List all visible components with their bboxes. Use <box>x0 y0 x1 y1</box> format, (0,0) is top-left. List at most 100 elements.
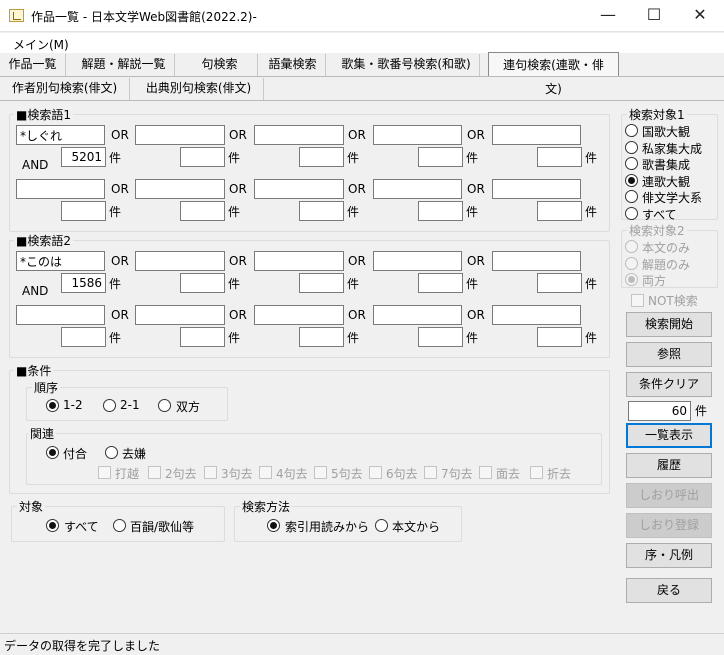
search-term-input[interactable] <box>254 179 344 199</box>
search-term-input[interactable] <box>373 305 462 325</box>
count-unit-label: 件 <box>109 205 122 219</box>
search-term-input[interactable] <box>492 125 581 145</box>
relation-option-checkbox <box>204 466 217 479</box>
search-term-input[interactable] <box>135 125 225 145</box>
hit-count-field <box>299 201 344 221</box>
hit-count-field <box>61 147 106 167</box>
maximize-icon[interactable]: ☐ <box>631 0 677 32</box>
relation-option-checkbox <box>369 466 382 479</box>
search-term-input[interactable] <box>135 251 225 271</box>
relation-option-checkbox <box>314 466 327 479</box>
minimize-icon[interactable]: — <box>585 0 631 32</box>
order-both-radio[interactable] <box>158 399 171 412</box>
search-term-input[interactable] <box>254 251 344 271</box>
scope-1-label: 検索対象1 <box>627 106 687 123</box>
tab-renku-search[interactable]: 連句検索(連歌・俳文) <box>488 52 619 96</box>
count-unit-label: 件 <box>466 205 479 219</box>
or-operator-label: OR <box>111 254 129 268</box>
tab-author-search[interactable]: 作者別句検索(俳文) <box>0 78 130 100</box>
search-term-input[interactable] <box>254 305 344 325</box>
scope-1-option-label: 国歌大観 <box>642 125 691 139</box>
and-operator-label: AND <box>22 284 49 298</box>
preface-button[interactable]: 序・凡例 <box>626 543 712 568</box>
count-unit-label: 件 <box>347 277 360 291</box>
hit-count-field <box>418 327 463 347</box>
relation-sarikirai-radio[interactable] <box>105 446 118 459</box>
tab-poem-number-search[interactable]: 歌集・歌番号検索(和歌) <box>333 54 480 76</box>
list-display-button[interactable]: 一覧表示 <box>626 423 712 448</box>
hit-count-field <box>537 327 582 347</box>
order-1-2-radio[interactable] <box>46 399 59 412</box>
relation-tsukeai-radio[interactable] <box>46 446 59 459</box>
search-term-input[interactable] <box>373 125 462 145</box>
search-term-input[interactable] <box>16 305 105 325</box>
tab-verse-search[interactable]: 句検索 <box>182 54 258 76</box>
reference-button[interactable]: 参照 <box>626 342 712 367</box>
search-term-input[interactable] <box>492 305 581 325</box>
or-operator-label: OR <box>348 128 366 142</box>
scope-1-radio[interactable] <box>625 140 638 154</box>
hit-count-field <box>299 147 344 167</box>
or-operator-label: OR <box>467 254 485 268</box>
order-2-1-radio[interactable] <box>103 399 116 412</box>
back-button[interactable]: 戻る <box>626 578 712 603</box>
conditions-title: ■条件 <box>14 362 54 379</box>
search-term-input[interactable] <box>373 251 462 271</box>
relation-option-checkbox <box>530 466 543 479</box>
search-term-input[interactable] <box>16 179 105 199</box>
search-term-input[interactable] <box>135 179 225 199</box>
or-operator-label: OR <box>111 128 129 142</box>
hit-count-field <box>299 273 344 293</box>
relation-option-checkbox <box>98 466 111 479</box>
search-start-button[interactable]: 検索開始 <box>626 312 712 337</box>
order-1-2-label: 1-2 <box>63 398 83 412</box>
hit-count-field <box>537 201 582 221</box>
method-label: 検索方法 <box>240 498 293 515</box>
menu-main[interactable]: メイン(M) <box>13 36 69 53</box>
scope-2-option-label: 本文のみ <box>642 241 691 255</box>
relation-option-label: 面去 <box>496 467 521 481</box>
scope-1-radio[interactable] <box>625 124 638 137</box>
target-label: 対象 <box>17 498 46 515</box>
search-term-input[interactable] <box>135 305 225 325</box>
target-all-radio[interactable] <box>46 519 59 532</box>
count-unit-label: 件 <box>228 205 241 219</box>
method-index-radio[interactable] <box>267 519 280 532</box>
or-operator-label: OR <box>467 308 485 322</box>
count-unit-label: 件 <box>585 331 598 345</box>
search-term-input[interactable] <box>16 125 105 145</box>
tab-vocab-search[interactable]: 語彙検索 <box>260 54 326 76</box>
scope-1-radio[interactable] <box>625 206 638 220</box>
hit-count-field <box>299 327 344 347</box>
not-search-checkbox[interactable] <box>631 294 644 307</box>
search-term-input[interactable] <box>254 125 344 145</box>
scope-1-radio[interactable] <box>625 173 638 187</box>
relation-option-checkbox <box>259 466 272 479</box>
result-limit-input[interactable] <box>628 401 691 421</box>
tab-source-search[interactable]: 出典別句検索(俳文) <box>134 78 264 100</box>
search-term-input[interactable] <box>492 179 581 199</box>
tab-works-list[interactable]: 作品一覧 <box>0 54 66 76</box>
relation-option-label: 2句去 <box>165 467 197 481</box>
scope-1-option-label: 私家集大成 <box>642 141 703 156</box>
scope-1-radio[interactable] <box>625 190 638 203</box>
clear-conditions-button[interactable]: 条件クリア <box>626 372 712 397</box>
target-hyakuin-label: 百韻/歌仙等 <box>130 520 195 534</box>
count-unit-label: 件 <box>109 151 122 165</box>
target-all-label: すべて <box>64 520 99 534</box>
count-unit-label: 件 <box>585 151 598 165</box>
tab-commentary-list[interactable]: 解題・解説一覧 <box>73 54 175 76</box>
order-label: 順序 <box>32 379 61 396</box>
target-hyakuin-radio[interactable] <box>113 519 126 532</box>
search-term-input[interactable] <box>373 179 462 199</box>
scope-1-radio[interactable] <box>625 157 638 170</box>
search-term-input[interactable] <box>492 251 581 271</box>
scope-1-option-label: すべて <box>642 207 677 222</box>
method-text-radio[interactable] <box>375 519 388 532</box>
close-icon[interactable]: ✕ <box>677 0 723 32</box>
history-button[interactable]: 履歴 <box>626 453 712 478</box>
tab-divider <box>0 76 724 77</box>
count-unit-label: 件 <box>228 277 241 291</box>
search-term-input[interactable] <box>16 251 105 271</box>
or-operator-label: OR <box>229 254 247 268</box>
